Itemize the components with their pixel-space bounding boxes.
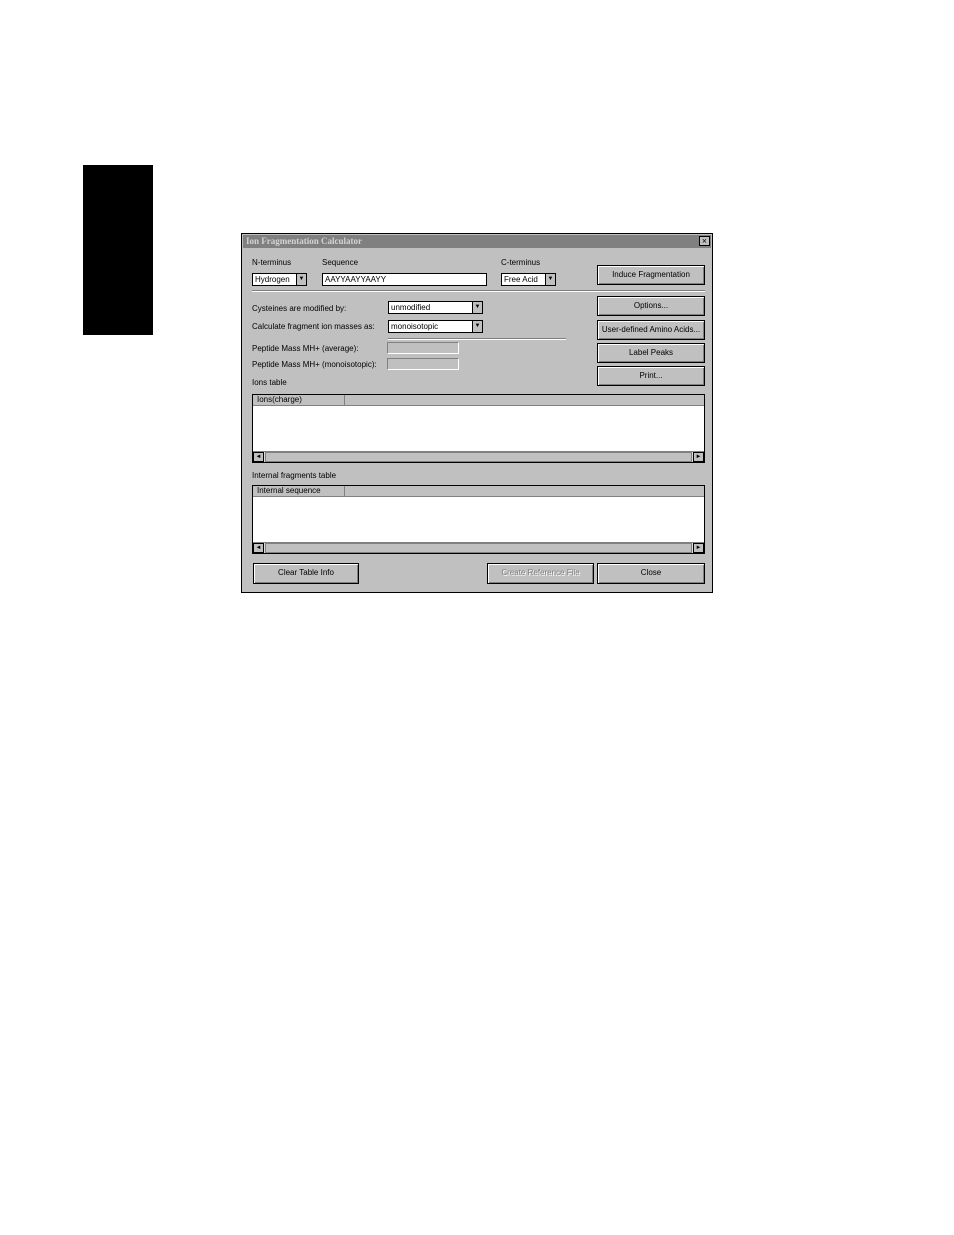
horizontal-scrollbar[interactable]: ◄ ►	[253, 451, 704, 462]
scroll-left-icon[interactable]: ◄	[253, 452, 264, 462]
close-icon[interactable]: ×	[699, 236, 710, 246]
n-terminus-value: Hydrogen	[255, 275, 290, 284]
column-header-empty[interactable]	[345, 486, 704, 497]
options-button[interactable]: Options...	[597, 296, 705, 316]
window-title: Ion Fragmentation Calculator	[246, 236, 362, 246]
fragment-masses-label: Calculate fragment ion masses as:	[252, 322, 375, 331]
table-header: Ions(charge)	[253, 395, 704, 406]
cysteines-label: Cysteines are modified by:	[252, 304, 347, 313]
n-terminus-label: N-terminus	[252, 258, 292, 267]
ions-table[interactable]: Ions(charge) ◄ ►	[252, 394, 705, 463]
ions-table-label: Ions table	[252, 378, 287, 387]
scroll-right-icon[interactable]: ►	[693, 452, 704, 462]
c-terminus-value: Free Acid	[504, 275, 538, 284]
peptide-mass-average-label: Peptide Mass MH+ (average):	[252, 344, 359, 353]
print-button[interactable]: Print...	[597, 366, 705, 386]
dropdown-arrow-icon[interactable]: ▼	[545, 274, 555, 285]
create-reference-file-button[interactable]: Create Reference File	[487, 563, 594, 584]
fragment-masses-select[interactable]: monoisotopic ▼	[388, 320, 483, 333]
c-terminus-label: C-terminus	[501, 258, 541, 267]
sequence-label: Sequence	[322, 258, 359, 267]
scroll-thumb[interactable]	[265, 452, 692, 462]
scroll-right-icon[interactable]: ►	[693, 543, 704, 553]
sequence-input[interactable]: AAYYAAYYAAYY	[322, 273, 487, 286]
user-defined-amino-acids-button[interactable]: User-defined Amino Acids...	[597, 320, 705, 340]
scroll-thumb[interactable]	[265, 543, 692, 553]
label-peaks-button[interactable]: Label Peaks	[597, 343, 705, 363]
dropdown-arrow-icon[interactable]: ▼	[472, 321, 482, 332]
n-terminus-select[interactable]: Hydrogen ▼	[252, 273, 307, 286]
separator	[388, 338, 566, 340]
internal-fragments-table-label: Internal fragments table	[252, 471, 337, 480]
table-header: Internal sequence	[253, 486, 704, 497]
column-header-ions-charge[interactable]: Ions(charge)	[253, 395, 345, 406]
ion-fragmentation-dialog: Ion Fragmentation Calculator × N-terminu…	[241, 233, 713, 593]
dropdown-arrow-icon[interactable]: ▼	[296, 274, 306, 285]
fragment-masses-value: monoisotopic	[391, 322, 439, 331]
peptide-mass-monoisotopic-field	[387, 358, 459, 370]
dropdown-arrow-icon[interactable]: ▼	[472, 302, 482, 313]
c-terminus-select[interactable]: Free Acid ▼	[501, 273, 556, 286]
peptide-mass-average-field	[387, 342, 459, 354]
scroll-left-icon[interactable]: ◄	[253, 543, 264, 553]
title-bar: Ion Fragmentation Calculator ×	[243, 235, 711, 248]
peptide-mass-monoisotopic-label: Peptide Mass MH+ (monoisotopic):	[252, 360, 377, 369]
clear-table-info-button[interactable]: Clear Table Info	[253, 563, 359, 584]
horizontal-scrollbar[interactable]: ◄ ►	[253, 542, 704, 553]
page-edge-tab	[83, 165, 153, 335]
column-header-internal-sequence[interactable]: Internal sequence	[253, 486, 345, 497]
induce-fragmentation-button[interactable]: Induce Fragmentation	[597, 265, 705, 285]
cysteines-value: unmodified	[391, 303, 431, 312]
separator	[252, 290, 705, 292]
internal-fragments-table[interactable]: Internal sequence ◄ ►	[252, 485, 705, 554]
close-button[interactable]: Close	[597, 563, 705, 584]
column-header-empty[interactable]	[345, 395, 704, 406]
cysteines-select[interactable]: unmodified ▼	[388, 301, 483, 314]
